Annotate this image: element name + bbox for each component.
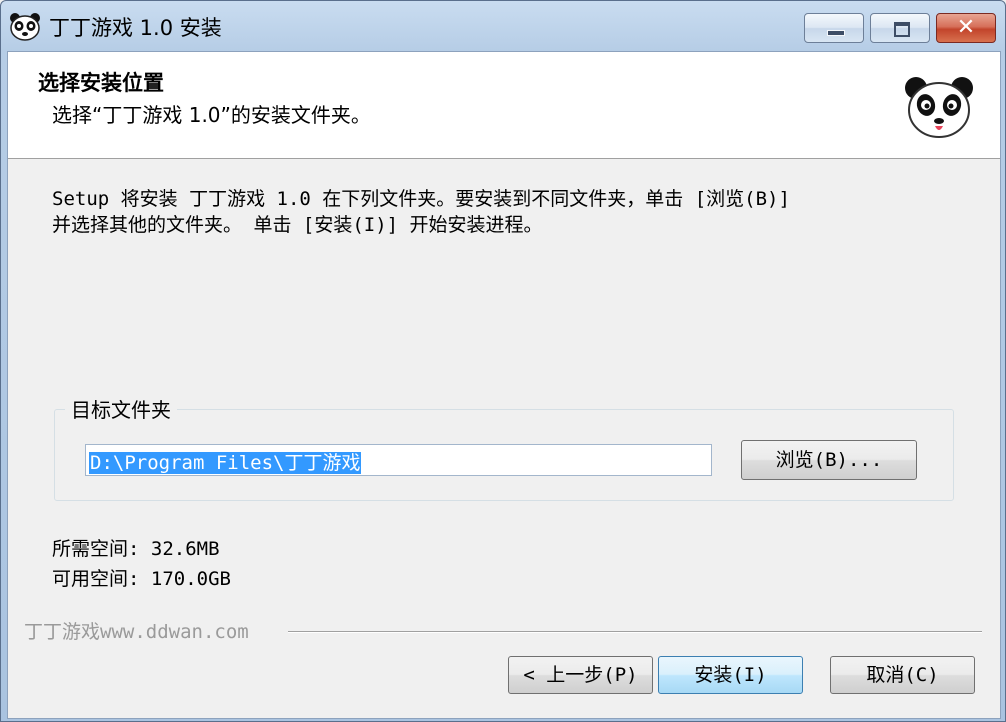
required-space-text: 所需空间: 32.6MB [52,538,220,560]
close-button[interactable]: ✕ [936,13,996,43]
install-path-input[interactable]: D:\Program Files\丁丁游戏 [85,444,712,476]
installer-body: 选择安装位置 选择“丁丁游戏 1.0”的安装文件夹。 Setup 将安装 丁丁游… [7,51,1001,719]
minimize-icon [827,30,845,36]
branding-divider [288,631,982,633]
installer-window: 丁丁游戏 1.0 安装 ✕ 选择安装位置 选择“丁丁游戏 1.0”的安装文件夹。 [0,0,1006,722]
back-button[interactable]: < 上一步(P) [508,656,653,694]
page-subtitle: 选择“丁丁游戏 1.0”的安装文件夹。 [52,103,371,127]
destination-folder-group: 目标文件夹 D:\Program Files\丁丁游戏 浏览(B)... [54,394,954,501]
maximize-icon [894,22,910,37]
instructions-line-1: Setup 将安装 丁丁游戏 1.0 在下列文件夹。要安装到不同文件夹，单击 [… [52,188,790,210]
panda-logo-icon [905,77,973,138]
maximize-button[interactable] [870,13,930,43]
window-title: 丁丁游戏 1.0 安装 [49,16,222,40]
page-title: 选择安装位置 [38,71,164,95]
install-path-value: D:\Program Files\丁丁游戏 [89,452,362,474]
title-bar[interactable]: 丁丁游戏 1.0 安装 ✕ [1,1,1005,51]
branding-text: 丁丁游戏www.ddwan.com [24,621,249,643]
panda-app-icon [10,13,40,41]
wizard-header: 选择安装位置 选择“丁丁游戏 1.0”的安装文件夹。 [8,52,1000,159]
cancel-button[interactable]: 取消(C) [830,656,975,694]
browse-button[interactable]: 浏览(B)... [741,440,917,480]
instructions-line-2: 并选择其他的文件夹。 单击 [安装(I)] 开始安装进程。 [52,214,543,236]
destination-folder-label: 目标文件夹 [65,394,177,423]
available-space-text: 可用空间: 170.0GB [52,568,231,590]
install-button[interactable]: 安装(I) [658,656,803,694]
close-icon: ✕ [956,15,976,40]
minimize-button[interactable] [804,13,864,43]
instructions-text: Setup 将安装 丁丁游戏 1.0 在下列文件夹。要安装到不同文件夹，单击 [… [52,186,982,238]
